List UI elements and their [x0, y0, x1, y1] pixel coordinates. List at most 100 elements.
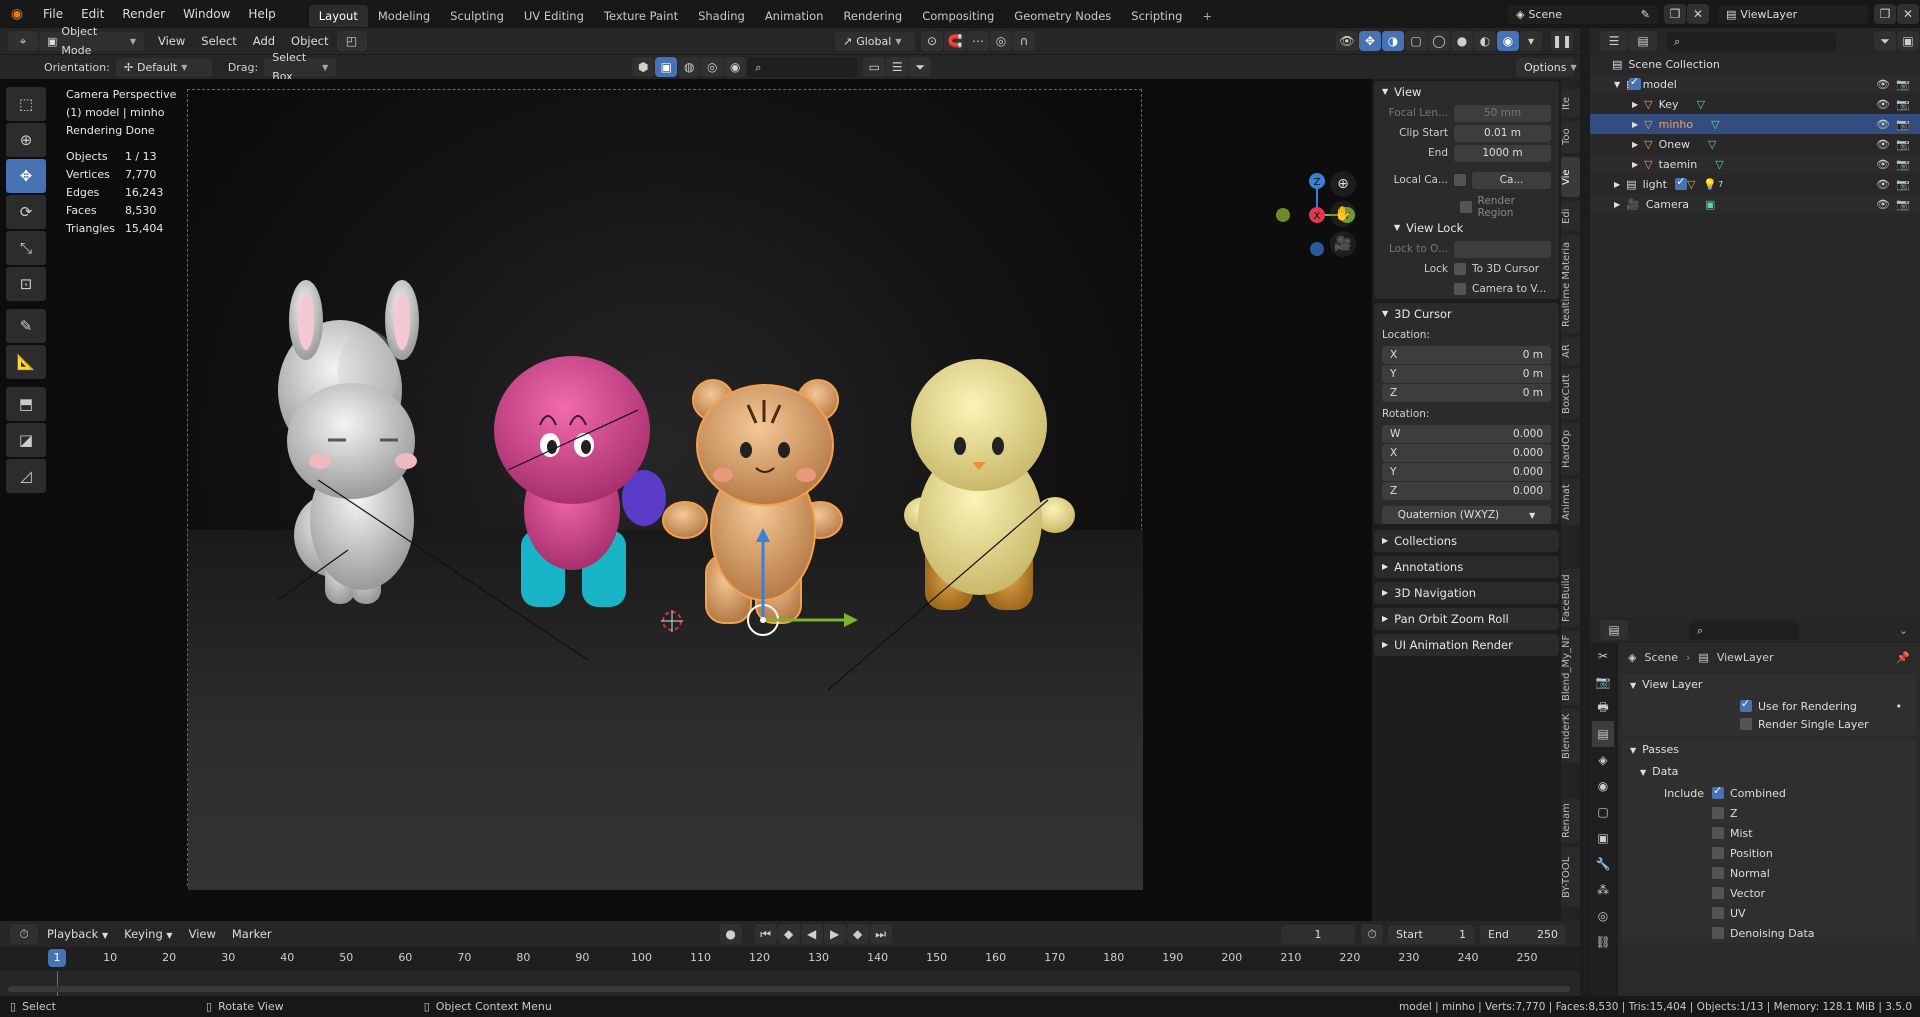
outliner-row-minho[interactable]: ▶ ▽ minho ▽ 👁 📷: [1590, 114, 1920, 134]
pan-hand-icon[interactable]: ✋: [1330, 201, 1356, 227]
pink-creature-model[interactable]: [494, 356, 666, 607]
record-icon[interactable]: ●: [719, 924, 742, 944]
cursor-rotation-x[interactable]: X 0.000: [1382, 444, 1551, 462]
end-frame-field[interactable]: End 250: [1480, 924, 1566, 944]
render-camera-icon[interactable]: 📷: [1896, 138, 1910, 151]
orientation-dropdown[interactable]: ✢ Default ▼: [115, 57, 212, 77]
outliner-filter-icon[interactable]: ⏷: [1874, 31, 1896, 51]
object-tab-icon[interactable]: ▣: [1592, 825, 1614, 851]
tab-tool[interactable]: Too: [1561, 121, 1580, 153]
eye-icon[interactable]: 👁: [1876, 138, 1890, 151]
physics-tab-icon[interactable]: ◎: [1592, 903, 1614, 929]
outliner-row-key[interactable]: ▶ ▽ Key ▽ 👁 📷: [1590, 94, 1920, 114]
pass-mist-checkbox[interactable]: [1712, 827, 1724, 839]
pan-orbit-zoom-roll-panel[interactable]: ▶ Pan Orbit Zoom Roll: [1374, 608, 1559, 630]
scale-tool-icon[interactable]: ⤡: [6, 231, 46, 265]
options-dropdown[interactable]: Options ▼: [1516, 57, 1577, 77]
tab-uv-editing[interactable]: UV Editing: [514, 5, 594, 27]
tab-rename[interactable]: Renam: [1561, 799, 1580, 843]
properties-editor-type-icon[interactable]: ▤: [1600, 620, 1628, 640]
data-subsection-header[interactable]: ▼ Data: [1622, 761, 1916, 783]
gizmo-toggle-icon[interactable]: ✥: [1359, 31, 1381, 51]
stopwatch-icon[interactable]: ⏱: [1361, 924, 1383, 944]
play-icon[interactable]: ▶: [823, 924, 846, 944]
tab-realtime-materials[interactable]: Realtime Materia: [1561, 235, 1580, 333]
drag-dropdown[interactable]: Select Box ▼: [264, 51, 337, 83]
tab-item[interactable]: Ite: [1561, 89, 1580, 117]
view-lock-header[interactable]: ▼ View Lock: [1374, 217, 1559, 239]
pause-render-icon[interactable]: ❚❚: [1551, 31, 1573, 51]
start-frame-field[interactable]: Start 1: [1388, 924, 1474, 944]
pass-normal-checkbox[interactable]: [1712, 867, 1724, 879]
render-camera-icon[interactable]: 📷: [1896, 98, 1910, 111]
cursor-location-z[interactable]: Z0 m: [1382, 384, 1551, 402]
eye-icon[interactable]: 👁: [1876, 78, 1890, 91]
list-options-icon[interactable]: ☰: [886, 57, 909, 77]
bunny-model[interactable]: [278, 280, 419, 604]
ui-animation-render-panel[interactable]: ▶ UI Animation Render: [1374, 634, 1559, 656]
cursor-rotation-w[interactable]: W 0.000: [1382, 425, 1551, 443]
outliner-row-model[interactable]: ▼▤model 👁📷: [1590, 74, 1920, 94]
tab-rendering[interactable]: Rendering: [833, 5, 912, 27]
display-mode-icon[interactable]: ▤: [1629, 31, 1657, 51]
play-reverse-icon[interactable]: ◀: [800, 924, 823, 944]
chevron-down-icon[interactable]: ⌄: [1899, 624, 1908, 637]
marker-menu[interactable]: Marker: [224, 925, 280, 944]
3d-navigation-panel[interactable]: ▶ 3D Navigation: [1374, 582, 1559, 604]
timeline-view-menu[interactable]: View: [181, 925, 224, 944]
tab-modeling[interactable]: Modeling: [368, 5, 440, 27]
xray-icon[interactable]: ▢: [1405, 31, 1427, 51]
snap-icon[interactable]: 🧲: [944, 31, 966, 51]
pass-vector-checkbox[interactable]: [1712, 887, 1724, 899]
prev-keyframe-icon[interactable]: ◆: [777, 924, 800, 944]
pass-denoising-checkbox[interactable]: [1712, 927, 1724, 939]
lasso-icon[interactable]: ◍: [678, 57, 701, 77]
view-layer-tab-icon[interactable]: ▤: [1592, 721, 1614, 747]
outliner-row-onew[interactable]: ▶ ▽ Onew ▽ 👁 📷: [1590, 134, 1920, 154]
menu-window[interactable]: Window: [174, 0, 239, 28]
rotate-tool-icon[interactable]: ⟳: [6, 195, 46, 229]
pass-uv-checkbox[interactable]: [1712, 907, 1724, 919]
wireframe-shading-icon[interactable]: ◯: [1428, 31, 1450, 51]
pass-position-checkbox[interactable]: [1712, 847, 1724, 859]
render-camera-icon[interactable]: 📷: [1896, 198, 1910, 211]
material-shading-icon[interactable]: ◐: [1474, 31, 1496, 51]
outliner-row-taemin[interactable]: ▶ ▽ taemin ▽ 👁 📷: [1590, 154, 1920, 174]
current-frame-field[interactable]: 1: [1281, 924, 1355, 944]
tab-geometry-nodes[interactable]: Geometry Nodes: [1004, 5, 1121, 27]
gp-draw-icon[interactable]: ◰: [336, 31, 367, 51]
annotations-panel[interactable]: ▶ Annotations: [1374, 556, 1559, 578]
rendered-shading-icon[interactable]: ◉: [1497, 31, 1519, 51]
menu-select[interactable]: Select: [193, 32, 244, 51]
add-workspace-icon[interactable]: +: [1192, 5, 1222, 27]
exclude-checkbox[interactable]: [1675, 175, 1688, 190]
outliner-search-field[interactable]: ⌕: [1666, 31, 1836, 51]
cursor-location-y[interactable]: Y0 m: [1382, 365, 1551, 383]
lock-to-object-field[interactable]: [1454, 240, 1551, 258]
local-camera-field[interactable]: Ca...: [1472, 171, 1551, 189]
tab-sculpting[interactable]: Sculpting: [440, 5, 514, 27]
mode-selector[interactable]: ▣ Object Mode ▼: [39, 25, 144, 57]
3d-cursor-header[interactable]: ▼ 3D Cursor: [1374, 303, 1559, 325]
rotation-mode-dropdown[interactable]: Quaternion (WXYZ) ▼: [1382, 506, 1551, 524]
eye-icon[interactable]: 👁: [1876, 198, 1890, 211]
eye-icon[interactable]: 👁: [1876, 98, 1890, 111]
local-camera-checkbox[interactable]: [1454, 174, 1466, 186]
solid-shading-icon[interactable]: ●: [1451, 31, 1473, 51]
view-layer-selector[interactable]: ▤ ViewLayer: [1718, 4, 1868, 24]
camera-view-icon[interactable]: 🎥: [1330, 231, 1356, 257]
delete-view-layer-icon[interactable]: ✕: [1897, 4, 1919, 24]
cursor-location-x[interactable]: X0 m: [1382, 346, 1551, 364]
lock-3d-cursor-checkbox[interactable]: [1454, 263, 1466, 275]
view-layer-section-header[interactable]: ▼ View Layer: [1622, 674, 1916, 696]
tab-hardops[interactable]: HardOp: [1561, 423, 1580, 475]
scene-tab-icon[interactable]: ◈: [1592, 747, 1614, 773]
scene-selector[interactable]: ◈ Scene ✎: [1508, 4, 1658, 24]
tab-facebuilder[interactable]: FaceBuild: [1561, 569, 1580, 627]
visibility-icon[interactable]: 👁: [1336, 31, 1358, 51]
view-panel-header[interactable]: ▼ View: [1374, 81, 1559, 103]
pin-icon[interactable]: ✎: [1641, 5, 1650, 24]
tab-animation[interactable]: Animation: [755, 5, 834, 27]
pass-combined-checkbox[interactable]: [1712, 784, 1724, 799]
tab-texture-paint[interactable]: Texture Paint: [594, 5, 688, 27]
